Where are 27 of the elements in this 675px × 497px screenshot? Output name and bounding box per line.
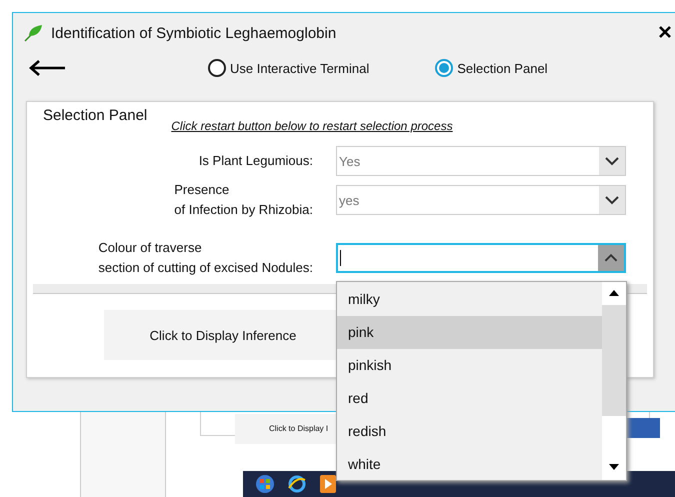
start-orb-icon[interactable] — [255, 474, 275, 494]
field-label: Is Plant Legumious: — [198, 152, 313, 170]
mode-radio[interactable]: Selection Panel — [435, 59, 548, 77]
browser-icon[interactable] — [287, 474, 307, 494]
field-label: Colour of traverse section of cutting of excised Nodules: — [98, 239, 313, 277]
scroll-up-icon[interactable] — [609, 290, 619, 296]
back-arrow-icon[interactable] — [28, 59, 66, 77]
chevron-up-icon[interactable] — [598, 245, 624, 271]
dropdown-option[interactable]: white — [337, 448, 602, 481]
scrollbar[interactable] — [602, 282, 626, 480]
tray-widget — [624, 418, 660, 438]
media-player-icon[interactable] — [319, 474, 337, 494]
panel-title: Selection Panel — [43, 106, 148, 126]
leaf-icon — [23, 24, 43, 42]
dropdown-field[interactable]: yes — [336, 185, 626, 215]
dropdown-field[interactable]: Yes — [336, 146, 626, 176]
dropdown-option[interactable]: pink — [337, 316, 602, 349]
chevron-down-icon[interactable] — [599, 147, 625, 175]
close-icon[interactable] — [658, 25, 672, 39]
chevron-down-icon[interactable] — [599, 186, 625, 214]
dropdown-option[interactable]: red — [337, 382, 602, 415]
window-title: Identification of Symbiotic Leghaemoglobin — [51, 24, 336, 42]
mode-radio[interactable]: Use Interactive Terminal — [208, 59, 370, 77]
scroll-thumb[interactable] — [602, 305, 626, 416]
field-label: Presence of Infection by Rhizobia: — [174, 181, 313, 219]
dropdown-field[interactable] — [336, 243, 626, 273]
restart-link[interactable]: Click restart button below to restart selection process — [171, 119, 453, 133]
